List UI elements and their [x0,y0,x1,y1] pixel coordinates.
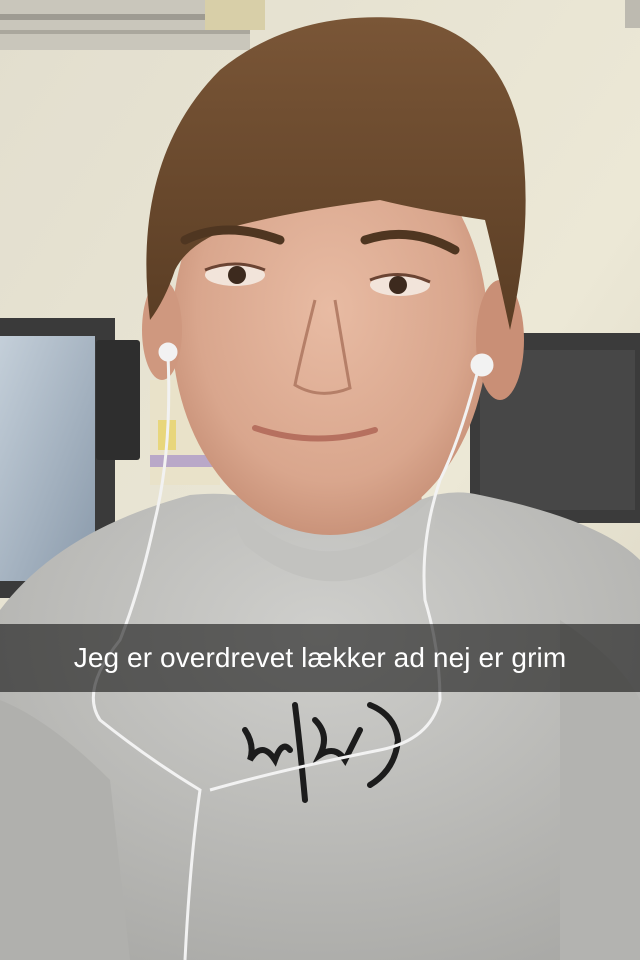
snap-view: Jeg er overdrevet lækker ad nej er grim [0,0,640,960]
snap-caption-text: Jeg er overdrevet lækker ad nej er grim [73,642,567,673]
snap-caption-bar: Jeg er overdrevet lækker ad nej er grim [0,624,640,692]
right-ear [476,280,524,400]
selfie-photo [0,0,640,960]
